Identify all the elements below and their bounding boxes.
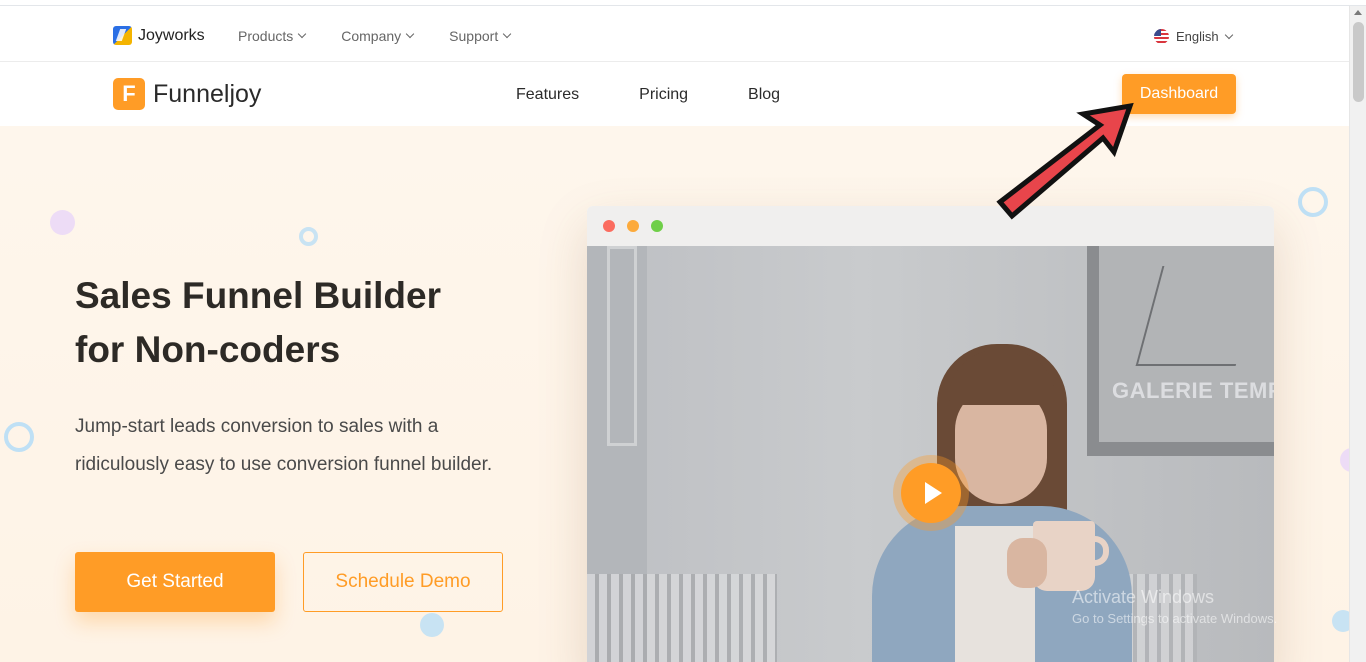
window-close-dot: [603, 220, 615, 232]
thumbnail-radiator: [587, 574, 777, 662]
joyworks-logo-icon: [113, 26, 132, 45]
nav-support-label: Support: [449, 28, 499, 44]
thumbnail-poster-text: GALERIE TEMPO: [1112, 378, 1274, 403]
thumbnail-poster-inner: [1099, 246, 1274, 442]
windows-activation-watermark: Activate Windows Go to Settings to activ…: [1072, 586, 1277, 630]
video-window-titlebar: [587, 206, 1274, 246]
nav-pricing[interactable]: Pricing: [639, 86, 688, 104]
window-minimize-dot: [627, 220, 639, 232]
decorative-circle: [1332, 610, 1349, 632]
funneljoy-logo[interactable]: F Funneljoy: [113, 78, 261, 110]
chevron-down-icon: [502, 29, 512, 39]
nav-products-label: Products: [238, 28, 294, 44]
schedule-demo-button[interactable]: Schedule Demo: [303, 552, 503, 612]
thumbnail-poster-line: [1135, 266, 1263, 366]
joyworks-logo[interactable]: Joyworks: [113, 26, 205, 45]
watermark-title: Activate Windows: [1072, 587, 1215, 607]
get-started-button[interactable]: Get Started: [75, 552, 275, 612]
decorative-circle: [50, 210, 75, 235]
play-icon[interactable]: [901, 463, 961, 523]
page-scrollbar[interactable]: [1349, 6, 1366, 662]
thumbnail-poster: GALERIE TEMPO: [1087, 246, 1274, 456]
hero-headline-line2: for Non-coders: [75, 329, 341, 370]
scrollbar-thumb[interactable]: [1353, 22, 1364, 102]
hero-section: Sales Funnel Builder for Non-coders Jump…: [0, 126, 1349, 662]
decorative-ring: [4, 422, 34, 452]
language-selector[interactable]: English: [1154, 29, 1233, 44]
hero-headline: Sales Funnel Builder for Non-coders: [75, 269, 505, 377]
annotation-arrow-icon: [996, 102, 1134, 220]
scroll-up-arrow-icon[interactable]: [1354, 10, 1362, 15]
decorative-circle: [420, 613, 444, 637]
funneljoy-header: F Funneljoy Features Pricing Blog Dashbo…: [0, 62, 1349, 126]
hero-headline-line1: Sales Funnel Builder: [75, 275, 441, 316]
funneljoy-brand-name: Funneljoy: [153, 79, 262, 108]
joyworks-nav: Products Company Support: [238, 28, 512, 44]
decorative-ring: [1298, 187, 1328, 217]
decorative-ring: [299, 227, 318, 246]
watermark-subtitle: Go to Settings to activate Windows.: [1072, 611, 1278, 626]
language-label: English: [1176, 29, 1219, 44]
window-maximize-dot: [651, 220, 663, 232]
hero-subtitle: Jump-start leads conversion to sales wit…: [75, 416, 493, 475]
chevron-down-icon: [1224, 30, 1233, 39]
browser-top-edge: [0, 0, 1366, 6]
nav-products[interactable]: Products: [238, 28, 307, 44]
nav-blog[interactable]: Blog: [748, 86, 780, 104]
joyworks-topbar: Joyworks Products Company Support Englis…: [0, 7, 1349, 62]
funneljoy-logo-icon: F: [113, 78, 145, 110]
nav-company[interactable]: Company: [341, 28, 415, 44]
nav-support[interactable]: Support: [449, 28, 512, 44]
chevron-down-icon: [405, 29, 415, 39]
nav-features[interactable]: Features: [516, 86, 579, 104]
thumbnail-window-frame: [607, 246, 637, 446]
chevron-down-icon: [298, 29, 307, 39]
decorative-circle: [1340, 448, 1349, 472]
main-nav: Features Pricing Blog: [516, 86, 780, 104]
us-flag-icon: [1154, 29, 1169, 44]
nav-company-label: Company: [341, 28, 402, 44]
joyworks-brand-name: Joyworks: [138, 26, 205, 44]
thumbnail-person-hand: [1007, 538, 1047, 588]
